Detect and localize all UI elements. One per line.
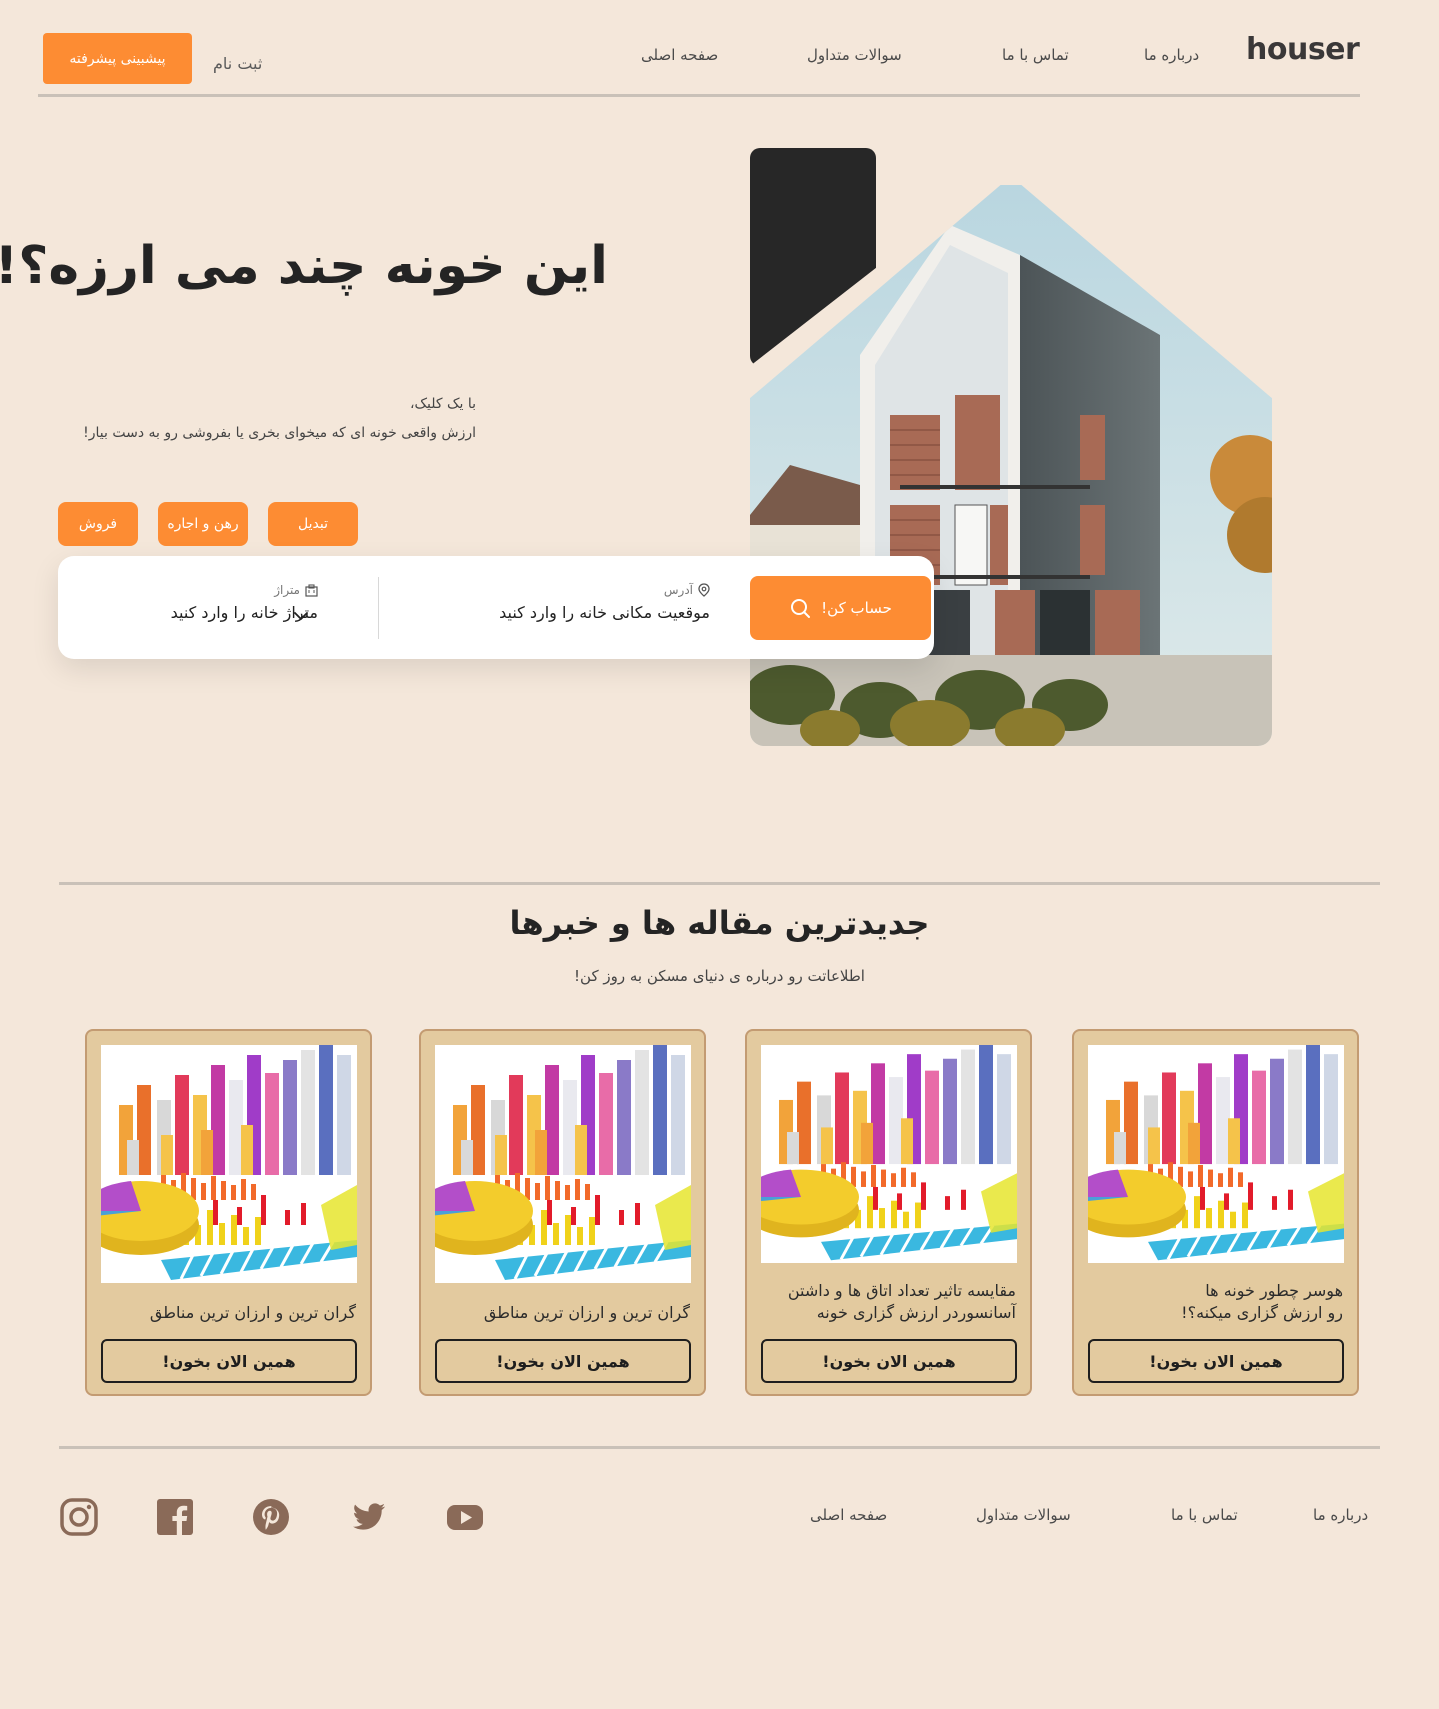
hero-subtitle-line2: ارزش واقعی خونه ای که میخوای بخری یا بفر… <box>83 425 476 441</box>
nav-contact[interactable]: تماس با ما <box>1002 46 1069 64</box>
read-now-button[interactable]: همین الان بخون! <box>435 1339 691 1383</box>
chevron-down-icon[interactable] <box>293 611 309 621</box>
article-title-line2: رو ارزش گزاری میکنه؟! <box>1181 1303 1343 1322</box>
article-image <box>1088 1045 1344 1263</box>
footer-link-faq[interactable]: سوالات متداول <box>976 1506 1071 1524</box>
read-now-button[interactable]: همین الان بخون! <box>761 1339 1017 1383</box>
address-label-text: آدرس <box>663 583 693 597</box>
twitter-icon[interactable] <box>349 1497 389 1537</box>
pinterest-icon[interactable] <box>251 1497 291 1537</box>
nav-home[interactable]: صفحه اصلی <box>641 46 718 64</box>
header-divider <box>38 94 1360 97</box>
chart-illustration <box>1088 1045 1344 1263</box>
search-icon <box>791 599 811 618</box>
address-label: آدرس <box>410 583 710 597</box>
signup-link[interactable]: ثبت نام <box>213 54 262 73</box>
article-title-line1: گران ترین و ارزان ترین مناطق <box>149 1303 356 1322</box>
advanced-prediction-button[interactable]: پیشبینی پیشرفته <box>43 33 192 84</box>
tab-mortgage-rent[interactable]: رهن و اجاره <box>158 502 248 546</box>
article-title-line1: هوسر چطور خونه ها <box>1205 1281 1343 1300</box>
footer-link-contact[interactable]: تماس با ما <box>1171 1506 1238 1524</box>
read-now-button[interactable]: همین الان بخون! <box>101 1339 357 1383</box>
hero-subtitle-line1: با یک کلیک، <box>409 396 476 412</box>
articles-title: جدیدترین مقاله ها و خبرها <box>509 904 930 942</box>
youtube-icon[interactable] <box>445 1497 485 1537</box>
hero-title: این خونه چند می ارزه؟! <box>0 236 608 296</box>
nav-about[interactable]: درباره ما <box>1144 46 1199 64</box>
articles-divider-top <box>59 882 1380 885</box>
area-label-text: متراژ <box>274 583 300 597</box>
address-input[interactable]: موقعیت مکانی خانه را وارد کنید <box>410 603 710 622</box>
read-now-button[interactable]: همین الان بخون! <box>1088 1339 1344 1383</box>
calculate-button[interactable]: حساب کن! <box>750 576 931 640</box>
search-divider <box>378 577 379 639</box>
article-card[interactable]: گران ترین و ارزان ترین مناطق همین الان ب… <box>419 1029 706 1396</box>
logo[interactable]: houser <box>1246 32 1360 67</box>
tab-sale[interactable]: فروش <box>58 502 138 546</box>
location-pin-icon <box>698 583 710 597</box>
nav-faq[interactable]: سوالات متداول <box>807 46 902 64</box>
article-title-line2: آسانسوردر ارزش گزاری خونه <box>816 1303 1016 1322</box>
chart-illustration <box>435 1045 691 1283</box>
articles-subtitle: اطلاعاتت رو درباره ی دنیای مسکن به روز ک… <box>574 967 865 985</box>
footer-link-home[interactable]: صفحه اصلی <box>810 1506 887 1524</box>
article-image <box>435 1045 691 1283</box>
article-title-line1: گران ترین و ارزان ترین مناطق <box>483 1303 690 1322</box>
article-title-line1: مقایسه تاثیر تعداد اتاق ها و داشتن <box>787 1281 1016 1300</box>
footer-link-about[interactable]: درباره ما <box>1313 1506 1368 1524</box>
chart-illustration <box>101 1045 357 1283</box>
facebook-icon[interactable] <box>155 1497 195 1537</box>
address-field[interactable]: آدرس موقعیت مکانی خانه را وارد کنید <box>410 583 710 622</box>
instagram-icon[interactable] <box>59 1497 99 1537</box>
area-field[interactable]: متراژ متراژ خانه را وارد کنید <box>88 583 318 622</box>
area-input[interactable]: متراژ خانه را وارد کنید <box>88 603 318 622</box>
footer-divider <box>59 1446 1380 1449</box>
article-image <box>761 1045 1017 1263</box>
tab-exchange[interactable]: تبدیل <box>268 502 358 546</box>
building-icon <box>305 583 318 597</box>
article-card[interactable]: هوسر چطور خونه ها رو ارزش گزاری میکنه؟! … <box>1072 1029 1359 1396</box>
chart-illustration <box>761 1045 1017 1263</box>
article-image <box>101 1045 357 1283</box>
calculate-button-label: حساب کن! <box>821 599 892 617</box>
article-card[interactable]: گران ترین و ارزان ترین مناطق همین الان ب… <box>85 1029 372 1396</box>
article-card[interactable]: مقایسه تاثیر تعداد اتاق ها و داشتن آسانس… <box>745 1029 1032 1396</box>
area-label: متراژ <box>88 583 318 597</box>
